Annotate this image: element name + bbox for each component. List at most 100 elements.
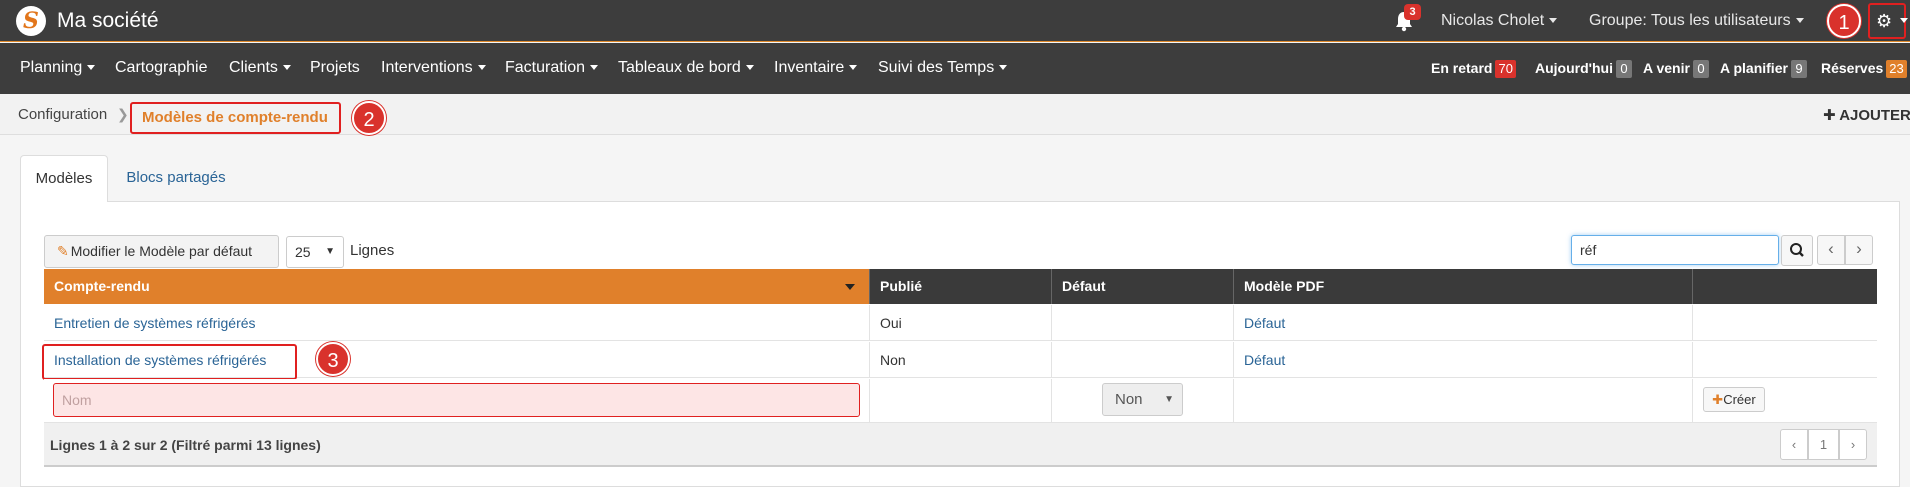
search-button[interactable]	[1781, 235, 1813, 266]
table-header: Compte-rendu Publié Défaut Modèle PDF	[44, 269, 1877, 304]
user-menu[interactable]: Nicolas Cholet	[1441, 12, 1558, 30]
pdf-link[interactable]: Défaut	[1244, 352, 1285, 368]
nav-label: Interventions	[381, 59, 473, 76]
column-compte-rendu[interactable]: Compte-rendu	[44, 269, 870, 304]
chevron-down-icon	[1549, 18, 1558, 24]
highlight-box	[42, 344, 297, 380]
tab-blocs-partages[interactable]: Blocs partagés	[110, 155, 242, 202]
nav-clients[interactable]: Clients	[229, 59, 291, 77]
settings-button[interactable]: ⚙	[1868, 3, 1908, 39]
cell-name: Entretien de systèmes réfrigérés	[44, 305, 870, 341]
sort-desc-icon	[845, 284, 855, 290]
cell-actions	[1693, 305, 1877, 341]
create-button[interactable]: ✚Créer	[1703, 387, 1765, 412]
nav-label: Tableaux de bord	[618, 59, 741, 76]
row-link[interactable]: Entretien de systèmes réfrigérés	[54, 315, 256, 331]
counter-label: En retard	[1431, 60, 1493, 76]
cell-default	[1052, 305, 1234, 341]
prev-page-button[interactable]: ‹	[1780, 429, 1808, 460]
nav-projets[interactable]: Projets	[310, 59, 360, 77]
caret-down-icon: ▼	[325, 246, 335, 257]
counter-label: A planifier	[1720, 60, 1788, 76]
counter-badge: 23	[1886, 60, 1907, 78]
nav-suivi-des-temps[interactable]: Suivi des Temps	[878, 59, 1008, 77]
counter-aujourdhui[interactable]: Aujourd'hui 0	[1535, 60, 1632, 78]
column-modele-pdf[interactable]: Modèle PDF	[1234, 269, 1693, 304]
counter-badge: 0	[1692, 60, 1709, 78]
plus-icon: ✚	[1712, 392, 1724, 407]
cell-published: Non	[870, 342, 1052, 378]
chevron-down-icon	[590, 65, 599, 71]
chevron-down-icon	[999, 65, 1008, 71]
counter-a-planifier[interactable]: A planifier 9	[1720, 60, 1807, 78]
step-marker-1: 1	[1827, 4, 1861, 38]
default-value: Non	[1115, 391, 1143, 408]
name-input[interactable]	[53, 383, 860, 417]
add-button[interactable]: ✚ AJOUTER	[1823, 106, 1910, 124]
chevron-down-icon	[849, 65, 858, 71]
next-page-button[interactable]: ›	[1839, 429, 1867, 460]
page-number[interactable]: 1	[1808, 429, 1839, 460]
breadcrumb-current: Modèles de compte-rendu	[130, 102, 341, 134]
chevron-left-icon: ‹	[1791, 437, 1797, 452]
step-marker-3: 3	[316, 342, 350, 376]
counter-badge: 9	[1790, 60, 1807, 78]
nav-inventaire[interactable]: Inventaire	[774, 59, 858, 77]
nav-planning[interactable]: Planning	[20, 59, 96, 77]
edit-default-model-button[interactable]: ✎ Modifier le Modèle par défaut	[44, 235, 279, 268]
cell-published: Oui	[870, 305, 1052, 341]
create-label: Créer	[1723, 392, 1756, 407]
nav-facturation[interactable]: Facturation	[505, 59, 599, 77]
user-name: Nicolas Cholet	[1441, 12, 1545, 29]
chevron-down-icon	[1795, 18, 1804, 24]
app-logo[interactable]: S	[16, 6, 46, 36]
group-menu[interactable]: Groupe: Tous les utilisateurs	[1589, 12, 1804, 30]
counter-a-venir[interactable]: A venir 0	[1643, 60, 1709, 78]
rows-per-page-select[interactable]: 25 ▼	[286, 236, 344, 268]
breadcrumb-configuration[interactable]: Configuration	[18, 106, 107, 123]
edit-icon: ✎	[57, 243, 69, 259]
caret-down-icon: ▼	[1164, 394, 1174, 405]
table-footer: Lignes 1 à 2 sur 2 (Filtré parmi 13 lign…	[44, 423, 1877, 467]
counter-label: Réserves	[1821, 60, 1884, 76]
app-title[interactable]: Ma société	[57, 9, 159, 33]
nav-cartographie[interactable]: Cartographie	[115, 59, 208, 77]
pdf-link[interactable]: Défaut	[1244, 315, 1285, 331]
counter-label: Aujourd'hui	[1535, 60, 1613, 76]
chevron-left-icon: ‹	[1828, 239, 1834, 258]
column-defaut[interactable]: Défaut	[1052, 269, 1234, 304]
cell-pdf: Défaut	[1234, 305, 1693, 341]
counter-en-retard[interactable]: En retard 70	[1431, 60, 1516, 78]
chevron-down-icon	[282, 65, 291, 71]
column-publie[interactable]: Publié	[870, 269, 1052, 304]
cell-default	[1052, 342, 1234, 378]
cell-actions	[1693, 342, 1877, 378]
nav-label: Facturation	[505, 59, 586, 76]
search-input[interactable]	[1571, 235, 1779, 265]
add-label: AJOUTER	[1839, 107, 1910, 124]
chevron-down-icon	[1900, 18, 1908, 23]
chevron-down-icon	[477, 65, 486, 71]
nav-interventions[interactable]: Interventions	[381, 59, 486, 77]
tab-modeles[interactable]: Modèles	[20, 155, 108, 202]
next-page-button[interactable]: ›	[1845, 235, 1873, 265]
prev-page-button[interactable]: ‹	[1817, 235, 1845, 265]
rows-label: Lignes	[350, 242, 395, 259]
nav-tableaux-de-bord[interactable]: Tableaux de bord	[618, 59, 754, 77]
chevron-right-icon: ❯	[117, 106, 129, 122]
nav-label: Clients	[229, 59, 278, 76]
counter-reserves[interactable]: Réserves 23	[1821, 60, 1907, 78]
cell-published	[870, 379, 1052, 423]
gear-icon: ⚙	[1876, 11, 1893, 31]
table-row: Entretien de systèmes réfrigérés Oui Déf…	[44, 305, 1877, 341]
cell-pdf	[1234, 379, 1693, 423]
counter-badge: 0	[1615, 60, 1632, 78]
chevron-down-icon	[745, 65, 754, 71]
default-select[interactable]: Non ▼	[1102, 383, 1183, 416]
logo-letter: S	[23, 8, 39, 34]
button-label: Modifier le Modèle par défaut	[70, 243, 253, 259]
notification-badge: 3	[1404, 4, 1421, 20]
counter-label: A venir	[1643, 60, 1690, 76]
counter-badge: 70	[1495, 60, 1516, 78]
cell-pdf: Défaut	[1234, 342, 1693, 378]
